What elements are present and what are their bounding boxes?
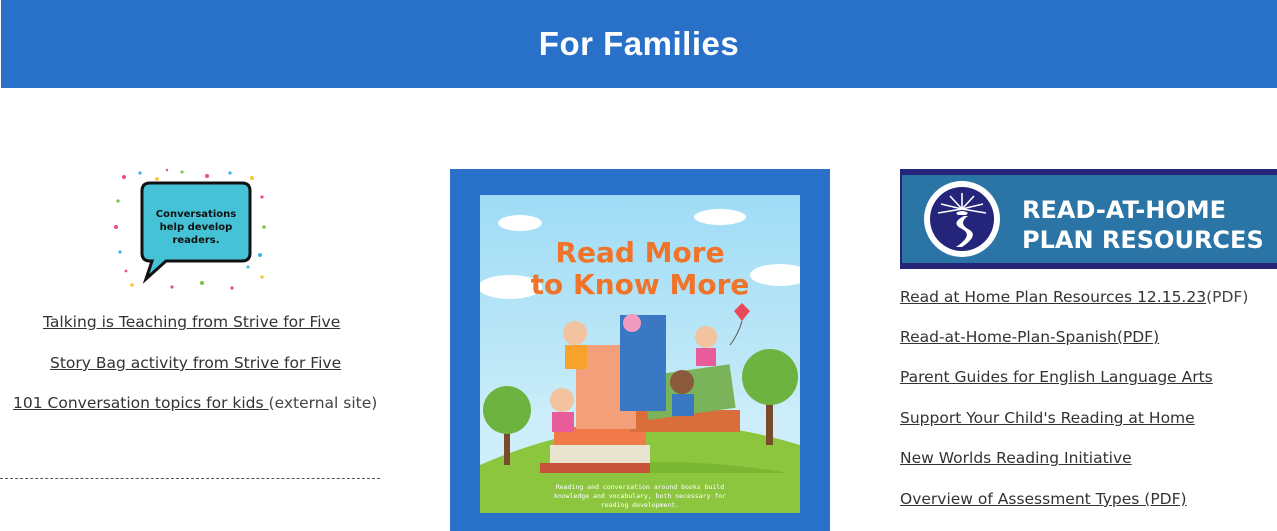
read-at-home-banner: READ-AT-HOME PLAN RESOURCES <box>900 169 1277 269</box>
poster-title-line2: to Know More <box>530 268 750 301</box>
page-title: For Families <box>538 25 740 62</box>
section-divider <box>0 478 380 479</box>
svg-text:readers.: readers. <box>172 235 219 246</box>
poster-illustration: Read More to Know More Reading and conve… <box>480 195 800 513</box>
story-bag-link[interactable]: Story Bag activity from Strive for Five <box>50 354 341 372</box>
banner-line2: PLAN RESOURCES <box>1022 226 1264 254</box>
page-header: For Families <box>1 0 1277 88</box>
support-child-reading-link[interactable]: Support Your Child's Reading at Home <box>900 409 1195 427</box>
link-label: Story Bag activity from Strive for Five <box>50 354 342 372</box>
poster-title-line1: Read More <box>555 236 725 269</box>
link-label: Overview of Assessment Types (PDF) <box>900 490 1187 508</box>
new-worlds-reading-link[interactable]: New Worlds Reading Initiative <box>900 449 1132 467</box>
parent-guides-ela-link[interactable]: Parent Guides for English Language Arts <box>900 368 1213 386</box>
conversations-image: Conversations help develop readers. <box>112 167 268 293</box>
external-site-note: (external site) <box>268 394 378 412</box>
svg-text:Conversations: Conversations <box>156 209 236 220</box>
svg-text:help develop: help develop <box>160 222 233 233</box>
pdf-note: (PDF) <box>1206 288 1249 306</box>
assessment-types-link[interactable]: Overview of Assessment Types (PDF) <box>900 490 1187 508</box>
banner-line1: READ-AT-HOME <box>1022 196 1227 224</box>
link-label: Read at Home Plan Resources 12.15.23 <box>900 288 1207 306</box>
read-at-home-plan-resources-link[interactable]: Read at Home Plan Resources 12.15.23(PDF… <box>900 288 1248 306</box>
sunrise-road-icon <box>924 181 1000 257</box>
conversation-topics-link[interactable]: 101 Conversation topics for kids (extern… <box>13 394 377 412</box>
read-more-poster: Read More to Know More Reading and conve… <box>450 169 830 531</box>
link-label: Parent Guides for English Language Arts <box>900 368 1213 386</box>
read-at-home-spanish-link[interactable]: Read-at-Home-Plan-Spanish(PDF) <box>900 328 1159 346</box>
talking-is-teaching-link[interactable]: Talking is Teaching from Strive for Five <box>43 313 340 331</box>
link-label: Read-at-Home-Plan-Spanish(PDF) <box>900 328 1160 346</box>
link-label: Talking is Teaching from Strive for Five <box>43 313 341 331</box>
link-label: New Worlds Reading Initiative <box>900 449 1132 467</box>
poster-caption: Reading and conversation around books bu… <box>553 483 727 509</box>
link-label: 101 Conversation topics for kids <box>13 394 269 412</box>
link-label: Support Your Child's Reading at Home <box>900 409 1195 427</box>
